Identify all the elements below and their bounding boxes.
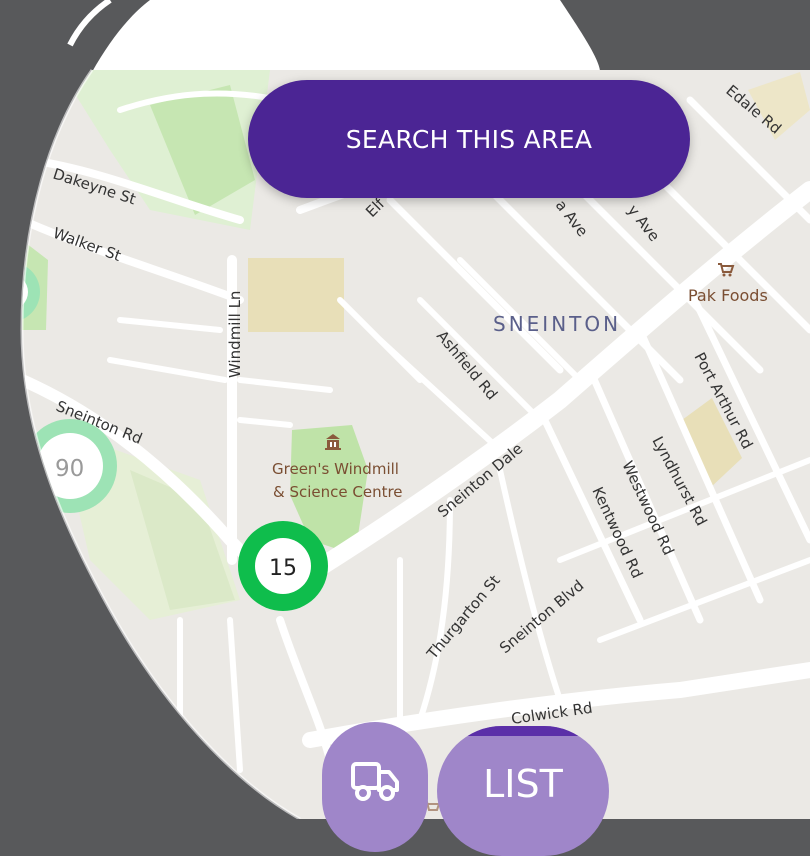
poi-label-pak-foods: Pak Foods: [688, 286, 768, 305]
delivery-truck-icon: [351, 762, 399, 801]
list-button-label: LIST: [483, 762, 563, 806]
marker-15-count: 15: [269, 556, 297, 581]
list-view-button[interactable]: LIST: [437, 726, 609, 856]
search-this-area-button[interactable]: SEARCH THIS AREA: [248, 80, 690, 198]
street-label-windmill-ln: Windmill Ln: [226, 291, 244, 378]
top-swoosh: [92, 0, 600, 72]
list-button-top-band: [437, 726, 609, 736]
poi-label-windmill-line1: Green's Windmill: [272, 460, 399, 478]
delivery-button[interactable]: [322, 722, 428, 852]
marker-15[interactable]: 15: [238, 521, 328, 611]
area-label: SNEINTON: [493, 312, 621, 336]
poi-label-windmill-line2: & Science Centre: [273, 483, 403, 501]
block-beige-1: [248, 258, 344, 332]
marker-90-count: 90: [55, 456, 84, 482]
